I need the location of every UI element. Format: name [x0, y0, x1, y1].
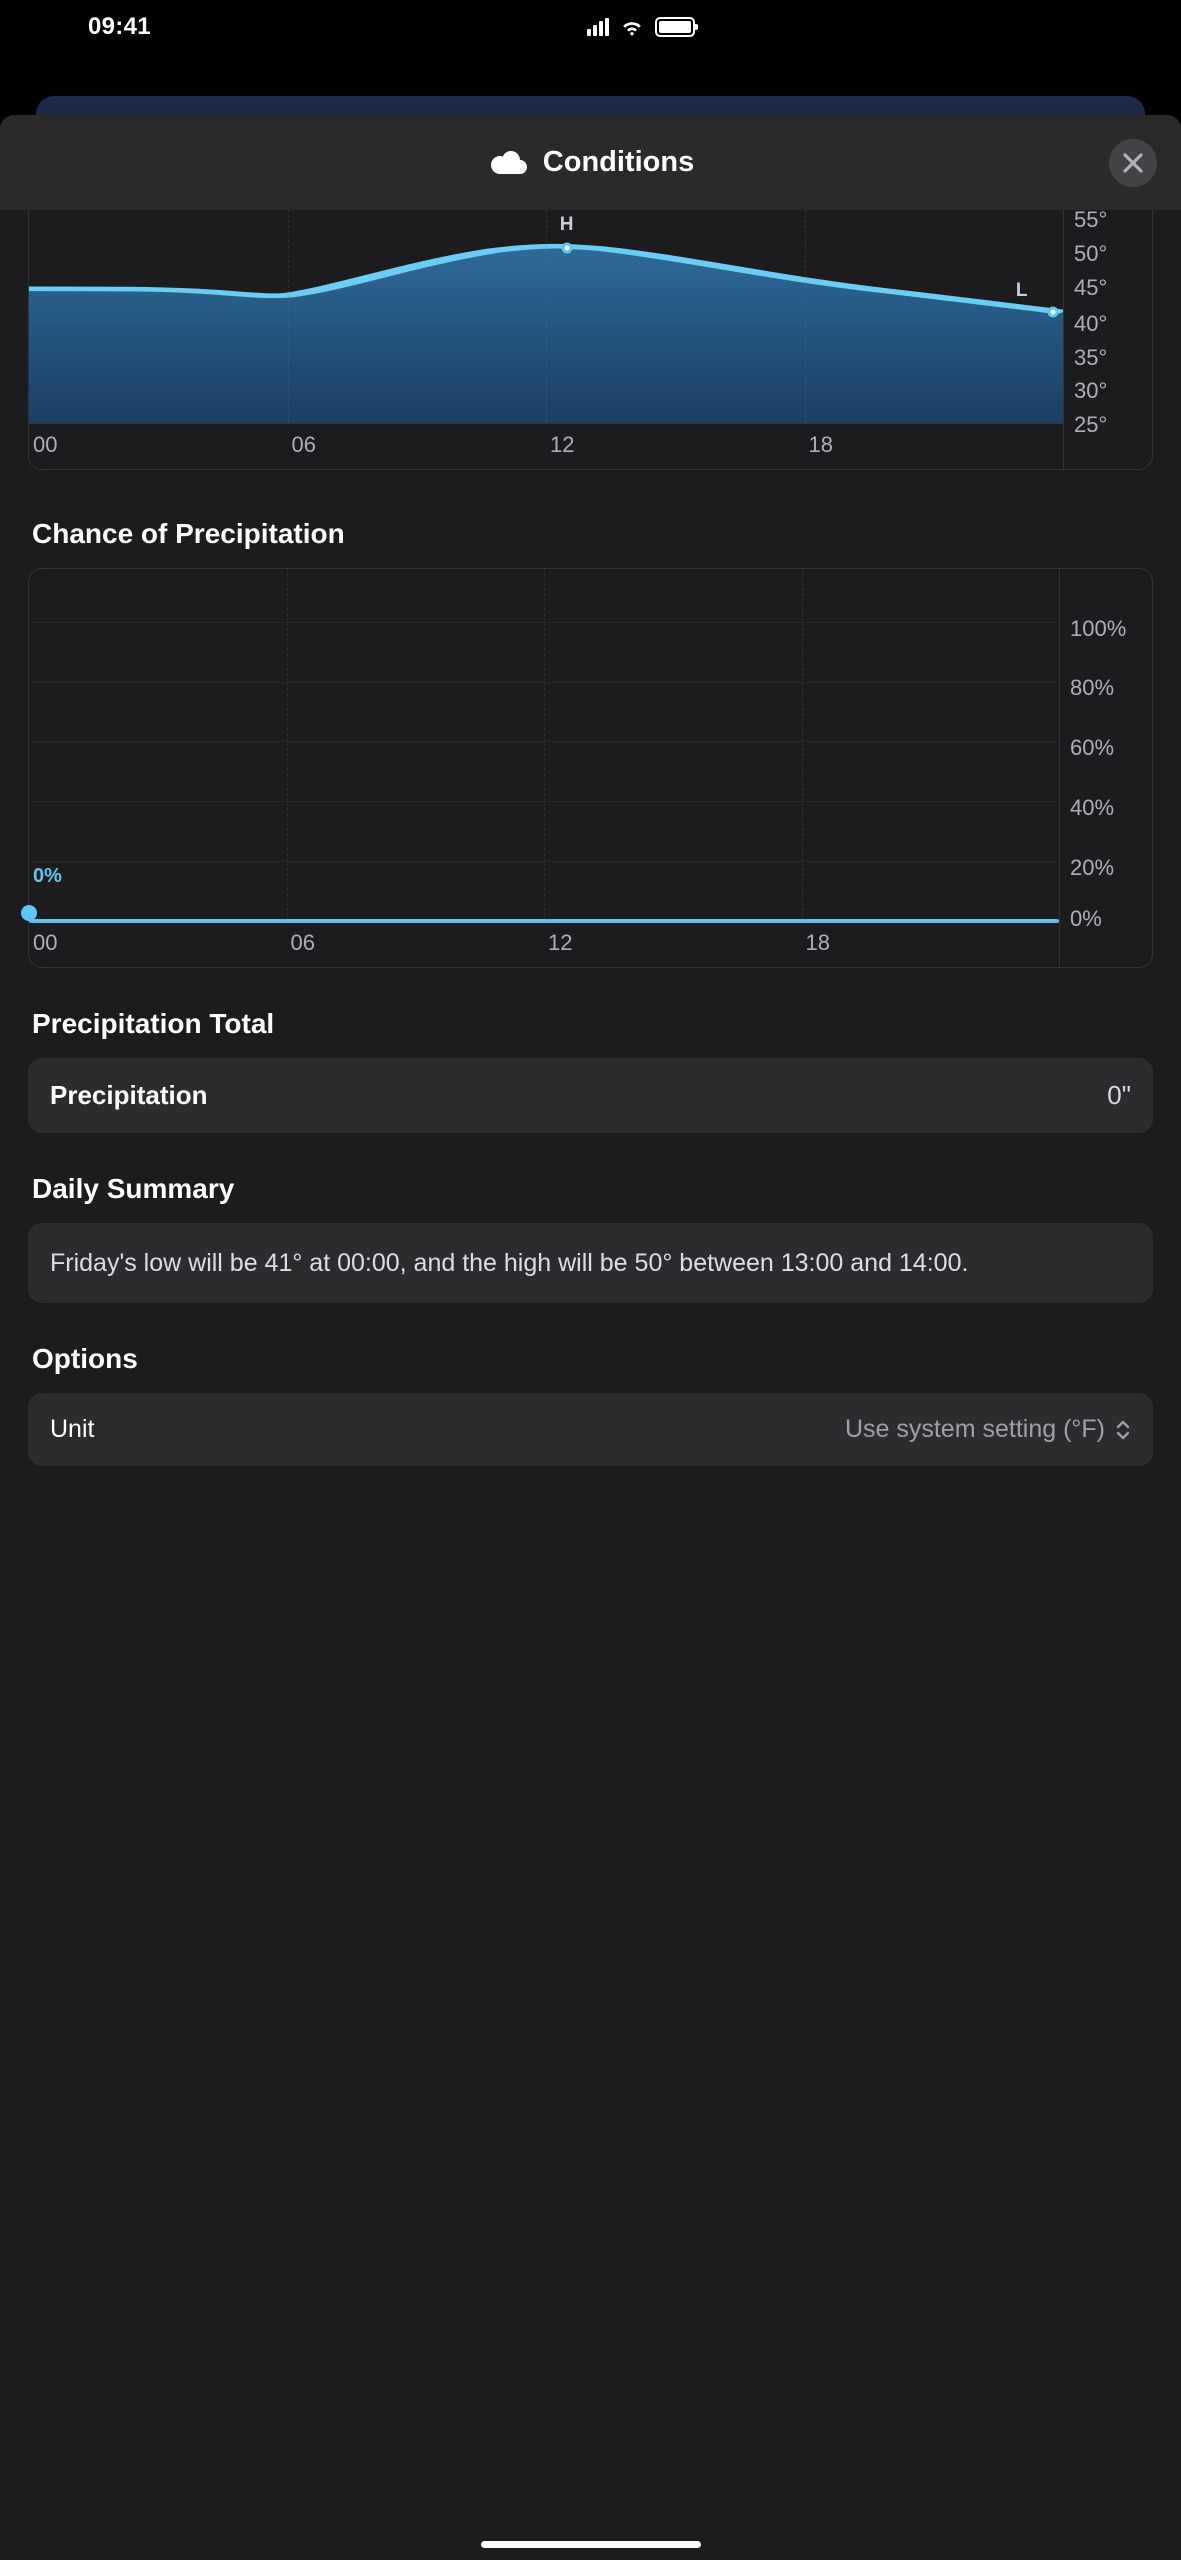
precipitation-current-value: 0% — [33, 865, 62, 888]
precipitation-chance-title: Chance of Precipitation — [32, 518, 1149, 550]
temperature-y-tick: 40° — [1074, 311, 1107, 337]
temperature-high-label: H — [560, 214, 574, 236]
status-bar: 09:41 — [0, 0, 723, 54]
temperature-high-marker — [561, 243, 572, 254]
chevron-up-down-icon — [1115, 1418, 1131, 1442]
precipitation-total-card: Precipitation 0" — [28, 1058, 1153, 1133]
precipitation-y-axis: 100% 80% 60% 40% 20% 0% — [1060, 569, 1152, 967]
home-indicator[interactable] — [481, 2541, 701, 2548]
precipitation-y-tick: 80% — [1070, 675, 1114, 701]
daily-summary-card: Friday's low will be 41° at 00:00, and t… — [28, 1223, 1153, 1303]
battery-icon — [655, 17, 695, 37]
close-button[interactable] — [1109, 139, 1157, 187]
precipitation-x-axis: 00 06 12 18 — [29, 921, 1059, 967]
temperature-y-tick: 55° — [1074, 210, 1107, 233]
temperature-x-tick: 12 — [546, 424, 805, 469]
conditions-modal: Conditions — [0, 115, 1181, 2560]
precipitation-x-tick: 18 — [802, 922, 1060, 967]
temperature-x-tick: 00 — [29, 424, 288, 469]
temperature-x-tick: 06 — [288, 424, 547, 469]
daily-summary-title: Daily Summary — [32, 1173, 1149, 1205]
precipitation-current-dot — [21, 905, 37, 921]
precipitation-total-title: Precipitation Total — [32, 1008, 1149, 1040]
temperature-low-label: L — [1016, 280, 1028, 302]
status-icons — [587, 17, 695, 37]
precipitation-x-tick: 12 — [544, 922, 802, 967]
precipitation-y-tick: 20% — [1070, 855, 1114, 881]
close-icon — [1122, 152, 1144, 174]
options-title: Options — [32, 1343, 1149, 1375]
precipitation-y-tick: 100% — [1070, 616, 1126, 642]
precipitation-total-label: Precipitation — [50, 1080, 207, 1111]
precipitation-total-value: 0" — [1107, 1080, 1131, 1111]
precipitation-y-tick: 40% — [1070, 795, 1114, 821]
options-unit-value: Use system setting (°F) — [845, 1415, 1105, 1444]
status-time: 09:41 — [88, 13, 151, 41]
precipitation-x-tick: 00 — [29, 922, 287, 967]
temperature-chart[interactable]: H L 00 06 12 18 55° 50° 45° 40° 35° 30° … — [28, 210, 1153, 470]
precipitation-y-tick: 0% — [1070, 906, 1102, 932]
options-unit-row[interactable]: Unit Use system setting (°F) — [28, 1393, 1153, 1466]
temperature-low-marker — [1047, 307, 1058, 318]
temperature-x-axis: 00 06 12 18 — [29, 423, 1063, 469]
cellular-signal-icon — [587, 18, 609, 36]
options-unit-label: Unit — [50, 1415, 94, 1444]
wifi-icon — [619, 17, 645, 37]
temperature-y-tick: 25° — [1074, 412, 1107, 438]
temperature-y-tick: 45° — [1074, 275, 1107, 301]
temperature-y-tick: 35° — [1074, 345, 1107, 371]
precipitation-y-tick: 60% — [1070, 735, 1114, 761]
modal-title: Conditions — [543, 146, 694, 179]
cloud-icon — [487, 148, 529, 178]
temperature-y-tick: 50° — [1074, 241, 1107, 267]
temperature-y-axis: 55° 50° 45° 40° 35° 30° 25° — [1064, 210, 1152, 469]
modal-header: Conditions — [0, 115, 1181, 210]
precipitation-x-tick: 06 — [287, 922, 545, 967]
temperature-x-tick: 18 — [805, 424, 1064, 469]
daily-summary-text: Friday's low will be 41° at 00:00, and t… — [50, 1245, 1131, 1281]
precipitation-chart[interactable]: 0% 00 06 12 18 100% 80% 60% 40% 20% 0% — [28, 568, 1153, 968]
temperature-y-tick: 30° — [1074, 378, 1107, 404]
